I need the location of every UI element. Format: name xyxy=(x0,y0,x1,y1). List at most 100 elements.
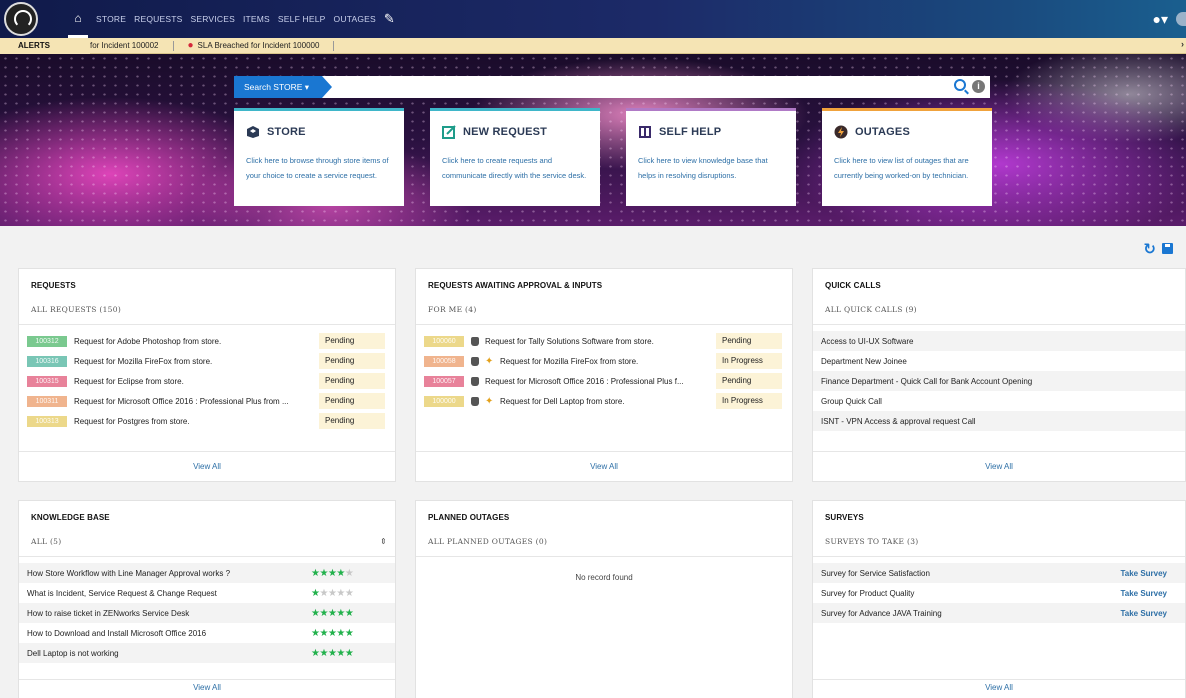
request-id-badge[interactable]: 100313 xyxy=(27,415,67,427)
star-icon: ★ xyxy=(319,567,328,579)
kb-article-title[interactable]: How to Download and Install Microsoft Of… xyxy=(27,629,311,638)
request-id-badge[interactable]: 100311 xyxy=(27,395,67,407)
kb-article-title[interactable]: Dell Laptop is not working xyxy=(27,649,311,658)
table-row[interactable]: 100312 Request for Adobe Photoshop from s… xyxy=(19,331,395,351)
request-subject[interactable]: Request for Eclipse from store. xyxy=(74,377,319,386)
status-badge: Pending xyxy=(716,333,782,349)
table-row[interactable]: 100000 ✦ Request for Dell Laptop from stor… xyxy=(416,391,792,411)
alert-divider xyxy=(172,40,174,51)
panel-filter[interactable]: ALL REQUESTS (150) xyxy=(19,301,395,325)
list-item[interactable]: ISNT - VPN Access & approval request Cal… xyxy=(813,411,1185,431)
list-item[interactable]: How to raise ticket in ZENworks Service … xyxy=(19,603,395,623)
panel-filter[interactable]: SURVEYS TO TAKE (3) xyxy=(813,533,1185,557)
request-id-badge[interactable]: 100316 xyxy=(27,355,67,367)
nav-item-self-help[interactable]: SELF HELP xyxy=(278,14,326,24)
request-subject[interactable]: Request for Mozilla FireFox from store. xyxy=(74,357,319,366)
view-all-link[interactable]: View All xyxy=(19,679,395,695)
table-row[interactable]: 100313 Request for Postgres from store. Pe… xyxy=(19,411,395,431)
nav-item-requests[interactable]: REQUESTS xyxy=(134,14,182,24)
view-all-link[interactable]: View All xyxy=(19,451,395,481)
request-subject[interactable]: Request for Adobe Photoshop from store. xyxy=(74,337,319,346)
surveys-list: Survey for Service Satisfaction Take Surv… xyxy=(813,557,1185,623)
outages-card[interactable]: OUTAGES Click here to view list of outag… xyxy=(822,108,992,206)
list-item[interactable]: Finance Department - Quick Call for Bank… xyxy=(813,371,1185,391)
home-icon[interactable]: ⌂ xyxy=(68,0,88,38)
request-subject[interactable]: Request for Microsoft Office 2016 : Prof… xyxy=(74,397,319,406)
list-item[interactable]: How to Download and Install Microsoft Of… xyxy=(19,623,395,643)
request-subject[interactable]: Request for Mozilla FireFox from store. xyxy=(500,357,716,366)
key-icon: ✦ xyxy=(485,395,494,407)
list-item[interactable]: Access to UI-UX Software xyxy=(813,331,1185,351)
nav-item-store[interactable]: STORE xyxy=(96,14,126,24)
store-card-title: STORE xyxy=(267,126,306,138)
edit-icon[interactable]: ✎ xyxy=(384,11,395,27)
take-survey-link[interactable]: Take Survey xyxy=(1120,609,1167,618)
list-item: Survey for Advance JAVA Training Take Sur… xyxy=(813,603,1185,623)
list-item[interactable]: Department New Joinee xyxy=(813,351,1185,371)
chevron-right-icon[interactable]: › xyxy=(1181,39,1184,49)
kb-filter-dropdown[interactable]: ALL (5) ⇕ xyxy=(19,533,395,557)
request-id-badge[interactable]: 100312 xyxy=(27,335,67,347)
view-all-link[interactable]: View All xyxy=(416,451,792,481)
table-row[interactable]: 100057 Request for Microsoft Office 2016 … xyxy=(416,371,792,391)
store-card[interactable]: STORE Click here to browse through store… xyxy=(234,108,404,206)
view-all-link[interactable]: View All xyxy=(813,679,1185,695)
app-logo[interactable] xyxy=(4,2,38,36)
table-row[interactable]: 100060 Request for Tally Solutions Softwa… xyxy=(416,331,792,351)
request-id-badge[interactable]: 100060 xyxy=(424,335,464,347)
request-subject[interactable]: Request for Dell Laptop from store. xyxy=(500,397,716,406)
panel-filter[interactable]: ALL PLANNED OUTAGES (0) xyxy=(416,533,792,557)
request-subject[interactable]: Request for Microsoft Office 2016 : Prof… xyxy=(485,377,716,386)
alerts-bar: ALERTS for Incident 100002 ● SLA Breache… xyxy=(0,37,1186,54)
take-survey-link[interactable]: Take Survey xyxy=(1120,569,1167,578)
table-row[interactable]: 100315 Request for Eclipse from store. Pen… xyxy=(19,371,395,391)
status-badge: In Progress xyxy=(716,353,782,369)
table-row[interactable]: 100058 ✦ Request for Mozilla FireFox from … xyxy=(416,351,792,371)
search-input[interactable] xyxy=(334,78,934,96)
self-help-icon xyxy=(639,126,651,138)
request-subject[interactable]: Request for Tally Solutions Software fro… xyxy=(485,337,716,346)
request-id-badge[interactable]: 100058 xyxy=(424,355,464,367)
nav-item-items[interactable]: ITEMS xyxy=(243,14,270,24)
rating-stars: ★★★★★ xyxy=(311,648,379,659)
panel-filter[interactable]: ALL QUICK CALLS (9) xyxy=(813,301,1185,325)
kb-article-title[interactable]: How Store Workflow with Line Manager App… xyxy=(27,569,311,578)
info-icon[interactable]: i xyxy=(972,80,985,93)
table-row[interactable]: 100311 Request for Microsoft Office 2016 … xyxy=(19,391,395,411)
list-item: Survey for Product Quality Take Survey xyxy=(813,583,1185,603)
request-subject[interactable]: Request for Postgres from store. xyxy=(74,417,319,426)
table-row[interactable]: 100316 Request for Mozilla FireFox from s… xyxy=(19,351,395,371)
view-all-link[interactable]: View All xyxy=(813,451,1185,481)
alerts-label: ALERTS xyxy=(0,37,90,54)
request-id-badge[interactable]: 100315 xyxy=(27,375,67,387)
save-icon[interactable] xyxy=(1162,243,1173,254)
star-icon: ★ xyxy=(336,587,345,599)
side-panel-toggle[interactable] xyxy=(1176,12,1186,26)
nav-menu: ⌂ STORE REQUESTS SERVICES ITEMS SELF HEL… xyxy=(68,0,395,38)
request-id-badge[interactable]: 100000 xyxy=(424,395,464,407)
refresh-icon[interactable]: ↻ xyxy=(1143,240,1156,258)
alert-item[interactable]: SLA Breached for Incident 100000 xyxy=(198,41,320,50)
request-id-badge[interactable]: 100057 xyxy=(424,375,464,387)
kb-article-title[interactable]: How to raise ticket in ZENworks Service … xyxy=(27,609,311,618)
nav-item-outages[interactable]: OUTAGES xyxy=(334,14,376,24)
alert-item[interactable]: for Incident 100002 xyxy=(90,41,159,50)
panel-filter[interactable]: FOR ME (4) xyxy=(416,301,792,325)
take-survey-link[interactable]: Take Survey xyxy=(1120,589,1167,598)
status-badge: Pending xyxy=(319,353,385,369)
list-item[interactable]: How Store Workflow with Line Manager App… xyxy=(19,563,395,583)
sort-icon[interactable]: ⇕ xyxy=(380,537,387,546)
panel-title: REQUESTS AWAITING APPROVAL & INPUTS xyxy=(428,281,603,290)
nav-item-services[interactable]: SERVICES xyxy=(191,14,235,24)
user-icon[interactable]: ●▾ xyxy=(1153,11,1168,28)
search-icon[interactable] xyxy=(954,79,966,91)
list-item[interactable]: Group Quick Call xyxy=(813,391,1185,411)
requests-panel: REQUESTS ALL REQUESTS (150) 100312 Reques… xyxy=(18,268,396,482)
list-item[interactable]: What is Incident, Service Request & Chan… xyxy=(19,583,395,603)
list-item[interactable]: Dell Laptop is not working ★★★★★ xyxy=(19,643,395,663)
self-help-card[interactable]: SELF HELP Click here to view knowledge b… xyxy=(626,108,796,206)
search-scope-dropdown[interactable]: Search STORE ▾ xyxy=(234,76,332,98)
store-card-title-row: STORE xyxy=(246,125,392,139)
new-request-card[interactable]: NEW REQUEST Click here to create request… xyxy=(430,108,600,206)
kb-article-title[interactable]: What is Incident, Service Request & Chan… xyxy=(27,589,311,598)
